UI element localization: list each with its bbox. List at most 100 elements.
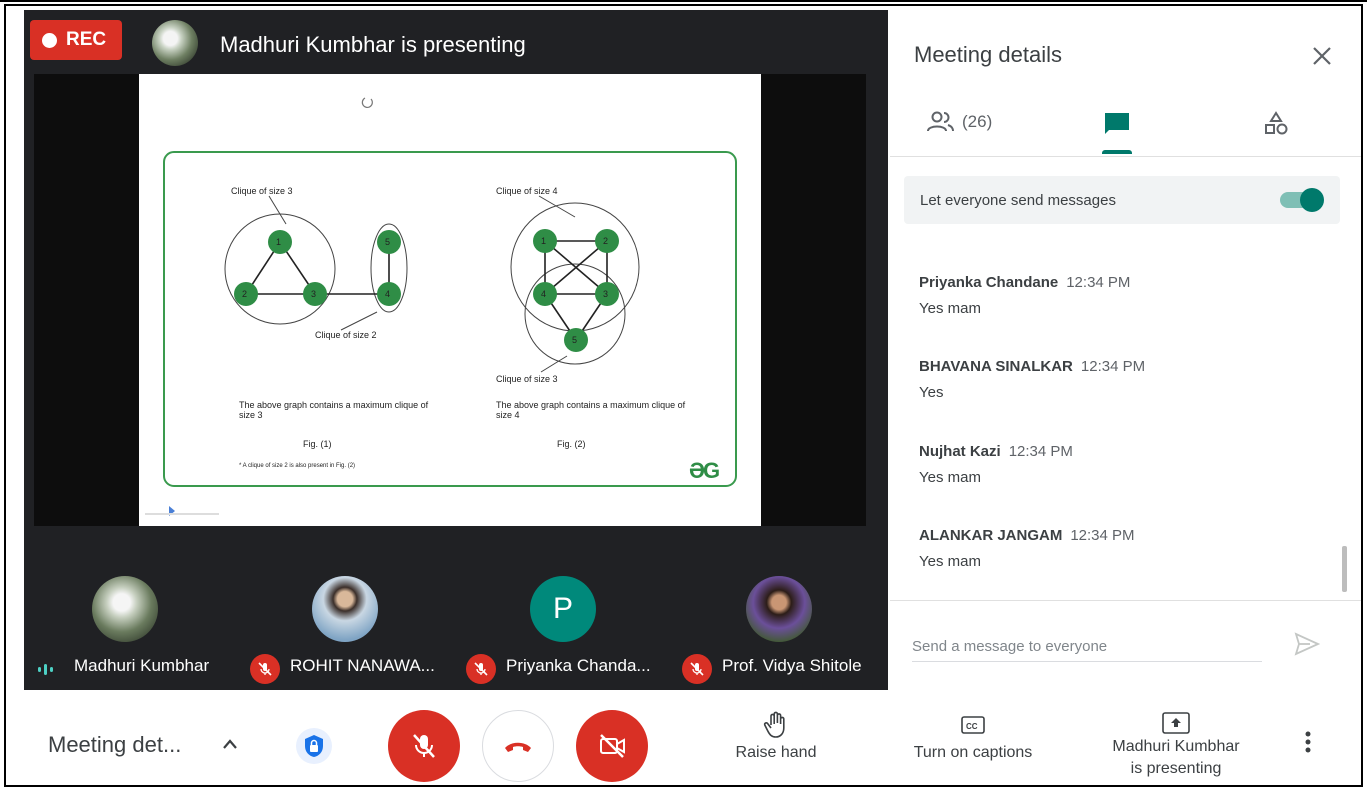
chat-message: BHAVANA SINALKAR 12:34 PM Yes bbox=[919, 358, 1145, 401]
avatar bbox=[312, 576, 378, 642]
participant-tile[interactable]: ROHIT NANAWA... bbox=[246, 572, 456, 684]
leave-call-button[interactable] bbox=[482, 710, 554, 782]
mic-off-icon bbox=[413, 734, 435, 758]
mic-off-icon bbox=[250, 654, 280, 684]
chat-message-input[interactable] bbox=[912, 632, 1262, 662]
message-sender: Nujhat Kazi bbox=[919, 443, 1001, 460]
people-count: (26) bbox=[962, 112, 993, 131]
participant-name: Madhuri Kumbhar bbox=[74, 656, 210, 675]
presenting-button[interactable]: Madhuri Kumbhar is presenting bbox=[1096, 710, 1256, 778]
message-text: Yes mam bbox=[919, 300, 981, 317]
camera-off-icon bbox=[600, 734, 625, 758]
speaking-indicator-icon bbox=[38, 664, 53, 675]
fig1-caption: The above graph contains a maximum cliqu… bbox=[239, 400, 429, 420]
node-label: 1 bbox=[276, 237, 282, 247]
gfg-logo: ƏG bbox=[689, 458, 720, 483]
send-icon[interactable] bbox=[1294, 632, 1321, 661]
send-setting-label: Let everyone send messages bbox=[920, 192, 1116, 209]
avatar bbox=[92, 576, 158, 642]
captions-icon: CC bbox=[898, 710, 1048, 740]
participant-name: Priyanka Chanda... bbox=[506, 656, 651, 675]
bottom-control-bar: Meeting det... Raise hand CC Turn on cap… bbox=[6, 690, 1361, 785]
meet-window: REC Madhuri Kumbhar is presenting 1 2 3 … bbox=[4, 4, 1363, 787]
participant-name: ROHIT NANAWA... bbox=[290, 656, 435, 675]
activities-icon bbox=[1265, 111, 1288, 135]
fig2-bottom-label: Clique of size 3 bbox=[496, 374, 558, 384]
mic-off-icon bbox=[682, 654, 712, 684]
slide-frame bbox=[163, 151, 737, 487]
spinner-icon bbox=[361, 97, 373, 108]
node-label: 5 bbox=[385, 237, 391, 247]
presenter-avatar bbox=[152, 20, 198, 66]
message-time: 12:34 PM bbox=[1080, 358, 1146, 375]
message-sender: BHAVANA SINALKAR bbox=[919, 358, 1073, 375]
toggle-knob[interactable] bbox=[1300, 188, 1324, 212]
recording-badge: REC bbox=[30, 20, 122, 60]
chat-scrollbar[interactable] bbox=[1342, 546, 1347, 592]
shield-icon[interactable] bbox=[296, 728, 332, 764]
presenting-label-line1: Madhuri Kumbhar bbox=[1112, 738, 1240, 755]
stage: REC Madhuri Kumbhar is presenting 1 2 3 … bbox=[24, 10, 888, 690]
fig2-caption: The above graph contains a maximum cliqu… bbox=[496, 400, 686, 420]
tab-chat[interactable] bbox=[1102, 110, 1132, 143]
fig1-top-label: Clique of size 3 bbox=[231, 186, 293, 196]
meeting-details-button[interactable]: Meeting det... bbox=[48, 732, 181, 758]
fig1-label: Fig. (1) bbox=[303, 439, 332, 449]
message-text: Yes bbox=[919, 384, 944, 401]
node-label: 4 bbox=[541, 289, 547, 299]
send-messages-setting: Let everyone send messages bbox=[904, 176, 1340, 224]
fig1-footnote: * A clique of size 2 is also present in … bbox=[239, 463, 356, 469]
more-options-icon[interactable] bbox=[1304, 730, 1312, 759]
node-label: 5 bbox=[572, 335, 578, 345]
hand-icon bbox=[726, 710, 826, 740]
raise-hand-button[interactable]: Raise hand bbox=[726, 710, 826, 762]
mic-off-icon bbox=[466, 654, 496, 684]
participant-tile[interactable]: Prof. Vidya Shitole bbox=[678, 572, 888, 684]
top-border bbox=[0, 0, 1367, 2]
captions-button[interactable]: CC Turn on captions bbox=[898, 710, 1048, 762]
message-time: 12:34 PM bbox=[1008, 443, 1073, 460]
divider bbox=[890, 156, 1361, 157]
avatar bbox=[746, 576, 812, 642]
message-text: Yes mam bbox=[919, 553, 981, 570]
tab-people[interactable]: (26) bbox=[926, 110, 992, 134]
chat-message: Priyanka Chandane 12:34 PM Yes mam bbox=[919, 274, 1130, 317]
participant-tile[interactable]: P Priyanka Chanda... bbox=[462, 572, 672, 684]
message-time: 12:34 PM bbox=[1070, 527, 1135, 544]
fig1-bottom-label: Clique of size 2 bbox=[315, 330, 377, 340]
node-label: 2 bbox=[242, 289, 248, 299]
chat-icon bbox=[1105, 113, 1129, 134]
message-text: Yes mam bbox=[919, 469, 981, 486]
hang-up-icon bbox=[505, 742, 531, 752]
svg-text:CC: CC bbox=[966, 722, 978, 731]
message-sender: Priyanka Chandane bbox=[919, 274, 1059, 291]
participant-name: Prof. Vidya Shitole bbox=[722, 656, 862, 675]
node-label: 1 bbox=[541, 236, 547, 246]
microphone-button[interactable] bbox=[388, 710, 460, 782]
close-icon[interactable] bbox=[1308, 42, 1336, 70]
people-icon bbox=[927, 111, 954, 132]
message-sender: ALANKAR JANGAM bbox=[919, 527, 1063, 544]
record-dot-icon bbox=[42, 32, 57, 48]
presentation-area: 1 2 3 4 5 1 2 3 4 5 Clique of size 3 Cli… bbox=[34, 74, 866, 526]
tab-activities[interactable] bbox=[1262, 110, 1290, 143]
present-screen-icon bbox=[1096, 710, 1256, 736]
chevron-up-icon[interactable] bbox=[220, 734, 240, 759]
divider bbox=[890, 600, 1361, 601]
presentation-slide: 1 2 3 4 5 1 2 3 4 5 Clique of size 3 Cli… bbox=[139, 74, 761, 526]
avatar: P bbox=[530, 576, 596, 642]
recording-label: REC bbox=[66, 29, 107, 50]
presenting-label-line2: is presenting bbox=[1130, 760, 1222, 777]
node-label: 3 bbox=[311, 289, 317, 299]
chat-message: Nujhat Kazi 12:34 PM Yes mam bbox=[919, 443, 1073, 486]
node-label: 3 bbox=[603, 289, 609, 299]
node-label: 2 bbox=[603, 236, 609, 246]
participant-tile[interactable]: Madhuri Kumbhar bbox=[24, 572, 234, 682]
fig2-label: Fig. (2) bbox=[557, 439, 586, 449]
active-tab-indicator bbox=[1102, 150, 1132, 154]
node-label: 4 bbox=[385, 289, 391, 299]
camera-button[interactable] bbox=[576, 710, 648, 782]
fig2-top-label: Clique of size 4 bbox=[496, 186, 558, 196]
meeting-details-panel: Meeting details (26) Let everyone send m… bbox=[890, 10, 1361, 690]
captions-label: Turn on captions bbox=[913, 744, 1033, 761]
